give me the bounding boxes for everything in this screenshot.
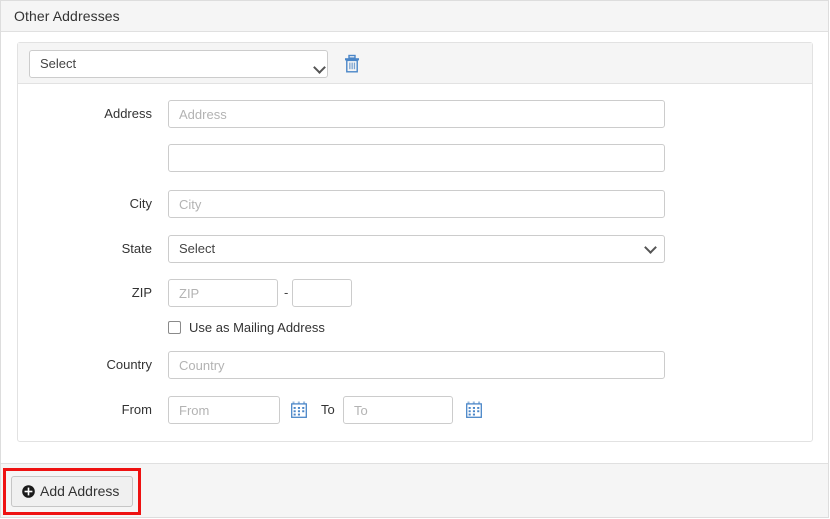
to-date-picker-button[interactable]: [466, 401, 482, 418]
delete-address-button[interactable]: [341, 53, 363, 75]
country-label: Country: [106, 357, 152, 372]
address-label: Address: [104, 106, 152, 121]
add-address-label: Add Address: [40, 483, 120, 499]
from-date-input[interactable]: [168, 396, 280, 424]
panel-body: Select Address Address City City State S…: [1, 32, 828, 463]
form-row-zip: ZIP -: [18, 279, 812, 307]
form-row-mailing-checkbox: Use as Mailing Address: [18, 319, 812, 339]
zip-input[interactable]: [168, 279, 278, 307]
panel-header: Other Addresses: [1, 1, 828, 32]
country-input[interactable]: [168, 351, 665, 379]
form-row-address1: Address: [18, 100, 812, 128]
to-label: To: [321, 402, 335, 417]
calendar-icon: [291, 401, 307, 418]
address-line1-input[interactable]: [168, 100, 665, 128]
city-label: City: [129, 196, 152, 211]
calendar-icon: [466, 401, 482, 418]
zip-separator: -: [284, 285, 289, 300]
from-date-picker-button[interactable]: [291, 401, 307, 418]
state-select[interactable]: Select: [168, 235, 665, 263]
add-address-button[interactable]: Add Address: [11, 476, 133, 507]
from-label: From: [121, 402, 152, 417]
use-as-mailing-address-label: Use as Mailing Address: [189, 320, 325, 335]
city-input[interactable]: [168, 190, 665, 218]
plus-circle-icon: [22, 479, 35, 508]
to-date-input[interactable]: [343, 396, 453, 424]
zip-label: ZIP: [131, 285, 152, 300]
form-row-city: City: [18, 190, 812, 218]
checkbox-icon[interactable]: [168, 321, 181, 334]
panel-footer: Add Address: [1, 463, 828, 517]
address-card: Select Address Address City City State S…: [17, 42, 813, 442]
form-row-state: State Select: [18, 235, 812, 263]
form-row-country: Country: [18, 351, 812, 379]
form-row-from-to: From From To To: [18, 396, 812, 424]
address-line2-input[interactable]: [168, 144, 665, 172]
zip-extension-input[interactable]: [292, 279, 352, 307]
address-type-select[interactable]: Select: [29, 50, 328, 78]
state-label: State: [121, 241, 152, 256]
trash-icon: [345, 54, 359, 73]
page-title: Other Addresses: [14, 8, 120, 24]
other-addresses-panel: Other Addresses Select Address Address C…: [0, 0, 829, 518]
form-row-address2: [18, 144, 812, 172]
chevron-down-icon: [644, 241, 657, 254]
address-card-header: Select: [18, 43, 812, 84]
